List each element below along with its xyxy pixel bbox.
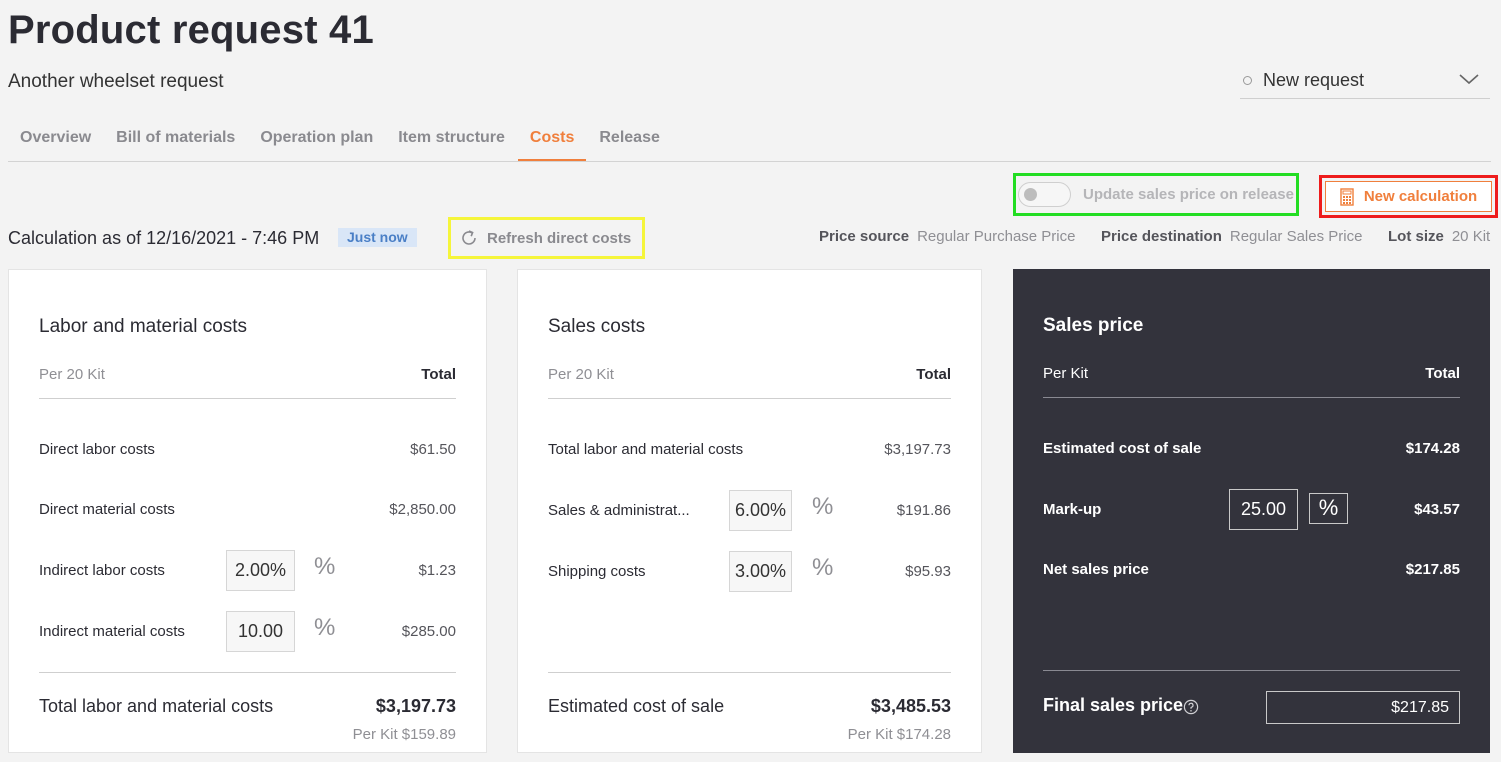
percent-icon: % [812, 493, 834, 520]
row-value: $1.23 [418, 562, 456, 579]
total-value: $3,197.73 [375, 696, 456, 716]
row-value: $3,197.73 [884, 441, 951, 458]
row-label: Indirect material costs [39, 623, 185, 640]
indirect-material-percent-input[interactable]: 10.00 [226, 611, 295, 652]
per-kit-value: Per Kit $159.89 [352, 726, 456, 743]
row-value: $191.86 [896, 502, 951, 519]
price-source-value: Regular Purchase Price [917, 228, 1076, 245]
new-calculation-label: New calculation [1363, 188, 1478, 205]
status-dot-icon [1243, 75, 1252, 85]
toggle-label: Update sales price on release [1083, 186, 1294, 203]
divider [548, 398, 951, 399]
new-calculation-highlight: New calculation [1319, 175, 1498, 218]
final-sales-price-label: Final sales price [1043, 695, 1184, 715]
sales-admin-percent-input[interactable]: 6.00% [729, 490, 792, 531]
total-header: Total [421, 366, 456, 383]
row-label: Direct labor costs [39, 441, 155, 458]
row-value: $285.00 [401, 623, 456, 640]
divider [39, 398, 456, 399]
tab-bar: Overview Bill of materials Operation pla… [8, 118, 1491, 162]
new-calculation-button[interactable]: New calculation [1325, 181, 1492, 212]
divider [1043, 670, 1460, 671]
total-value: $3,485.53 [870, 696, 951, 716]
update-sales-price-toggle[interactable] [1018, 182, 1071, 207]
refresh-direct-costs-button[interactable]: Refresh direct costs [448, 217, 645, 259]
card-title: Labor and material costs [39, 316, 248, 337]
row-label: Estimated cost of sale [1043, 440, 1202, 457]
help-icon[interactable] [1183, 699, 1199, 715]
card-title: Sales costs [548, 316, 646, 337]
refresh-icon [462, 230, 476, 245]
row-value: $95.93 [905, 563, 951, 580]
chevron-down-icon [1459, 74, 1479, 85]
refresh-label: Refresh direct costs [487, 229, 632, 247]
status-dropdown[interactable]: New request [1240, 62, 1490, 99]
tab-overview[interactable]: Overview [8, 118, 103, 161]
update-sales-price-toggle-group: Update sales price on release [1013, 173, 1299, 216]
divider [548, 672, 951, 673]
lot-size-label: Lot size [1388, 228, 1444, 245]
row-label: Total labor and material costs [548, 441, 744, 458]
tab-bill-of-materials[interactable]: Bill of materials [104, 118, 247, 161]
calculation-title: Calculation as of 12/16/2021 - 7:46 PM [8, 228, 320, 248]
price-destination: Price destination Regular Sales Price [1101, 228, 1362, 245]
row-value: $2,850.00 [389, 501, 456, 518]
row-value: $43.57 [1414, 501, 1460, 518]
sales-price-card: Sales price Per Kit Total Estimated cost… [1013, 269, 1490, 753]
lot-size-value: 20 Kit [1451, 228, 1491, 245]
per-header: Per Kit [1043, 365, 1089, 382]
page-subtitle: Another wheelset request [8, 71, 224, 92]
row-label: Net sales price [1043, 561, 1149, 578]
total-header: Total [1425, 365, 1460, 382]
row-value: $217.85 [1405, 561, 1460, 578]
markup-input[interactable]: 25.00 [1229, 489, 1298, 530]
row-label: Indirect labor costs [39, 562, 165, 579]
per-kit-value: Per Kit $174.28 [847, 726, 951, 743]
row-value: $174.28 [1405, 440, 1460, 457]
total-label: Estimated cost of sale [548, 696, 725, 716]
divider [1043, 397, 1460, 398]
toggle-knob [1024, 188, 1037, 201]
tab-item-structure[interactable]: Item structure [386, 118, 517, 161]
percent-icon: % [314, 553, 336, 580]
labor-material-card: Labor and material costs Per 20 Kit Tota… [8, 269, 487, 753]
row-value: $61.50 [410, 441, 456, 458]
price-destination-value: Regular Sales Price [1229, 228, 1363, 245]
row-label: Mark-up [1043, 501, 1102, 518]
status-label: New request [1263, 69, 1365, 90]
lot-size: Lot size 20 Kit [1388, 228, 1490, 245]
divider [39, 672, 456, 673]
per-header: Per 20 Kit [39, 366, 105, 383]
percent-icon: % [314, 614, 336, 641]
tab-costs[interactable]: Costs [517, 118, 587, 161]
price-source-label: Price source [819, 228, 910, 245]
page-title: Product request 41 [8, 8, 374, 52]
price-source: Price source Regular Purchase Price [819, 228, 1075, 245]
calculator-icon [1340, 187, 1354, 206]
final-sales-price-input[interactable]: $217.85 [1266, 691, 1460, 724]
tab-operation-plan[interactable]: Operation plan [248, 118, 385, 161]
card-title: Sales price [1043, 315, 1144, 336]
just-now-badge: Just now [338, 228, 417, 247]
row-label: Direct material costs [39, 501, 175, 518]
indirect-labor-percent-input[interactable]: 2.00% [226, 550, 295, 591]
percent-toggle-button[interactable]: % [1309, 493, 1348, 524]
total-header: Total [916, 366, 951, 383]
percent-icon: % [812, 554, 834, 581]
row-label: Sales & administrat... [548, 502, 690, 519]
price-destination-label: Price destination [1101, 228, 1222, 245]
total-label: Total labor and material costs [39, 696, 274, 716]
tab-release[interactable]: Release [587, 118, 672, 161]
shipping-percent-input[interactable]: 3.00% [729, 551, 792, 592]
per-header: Per 20 Kit [548, 366, 614, 383]
row-label: Shipping costs [548, 563, 646, 580]
sales-costs-card: Sales costs Per 20 Kit Total Total labor… [517, 269, 982, 753]
